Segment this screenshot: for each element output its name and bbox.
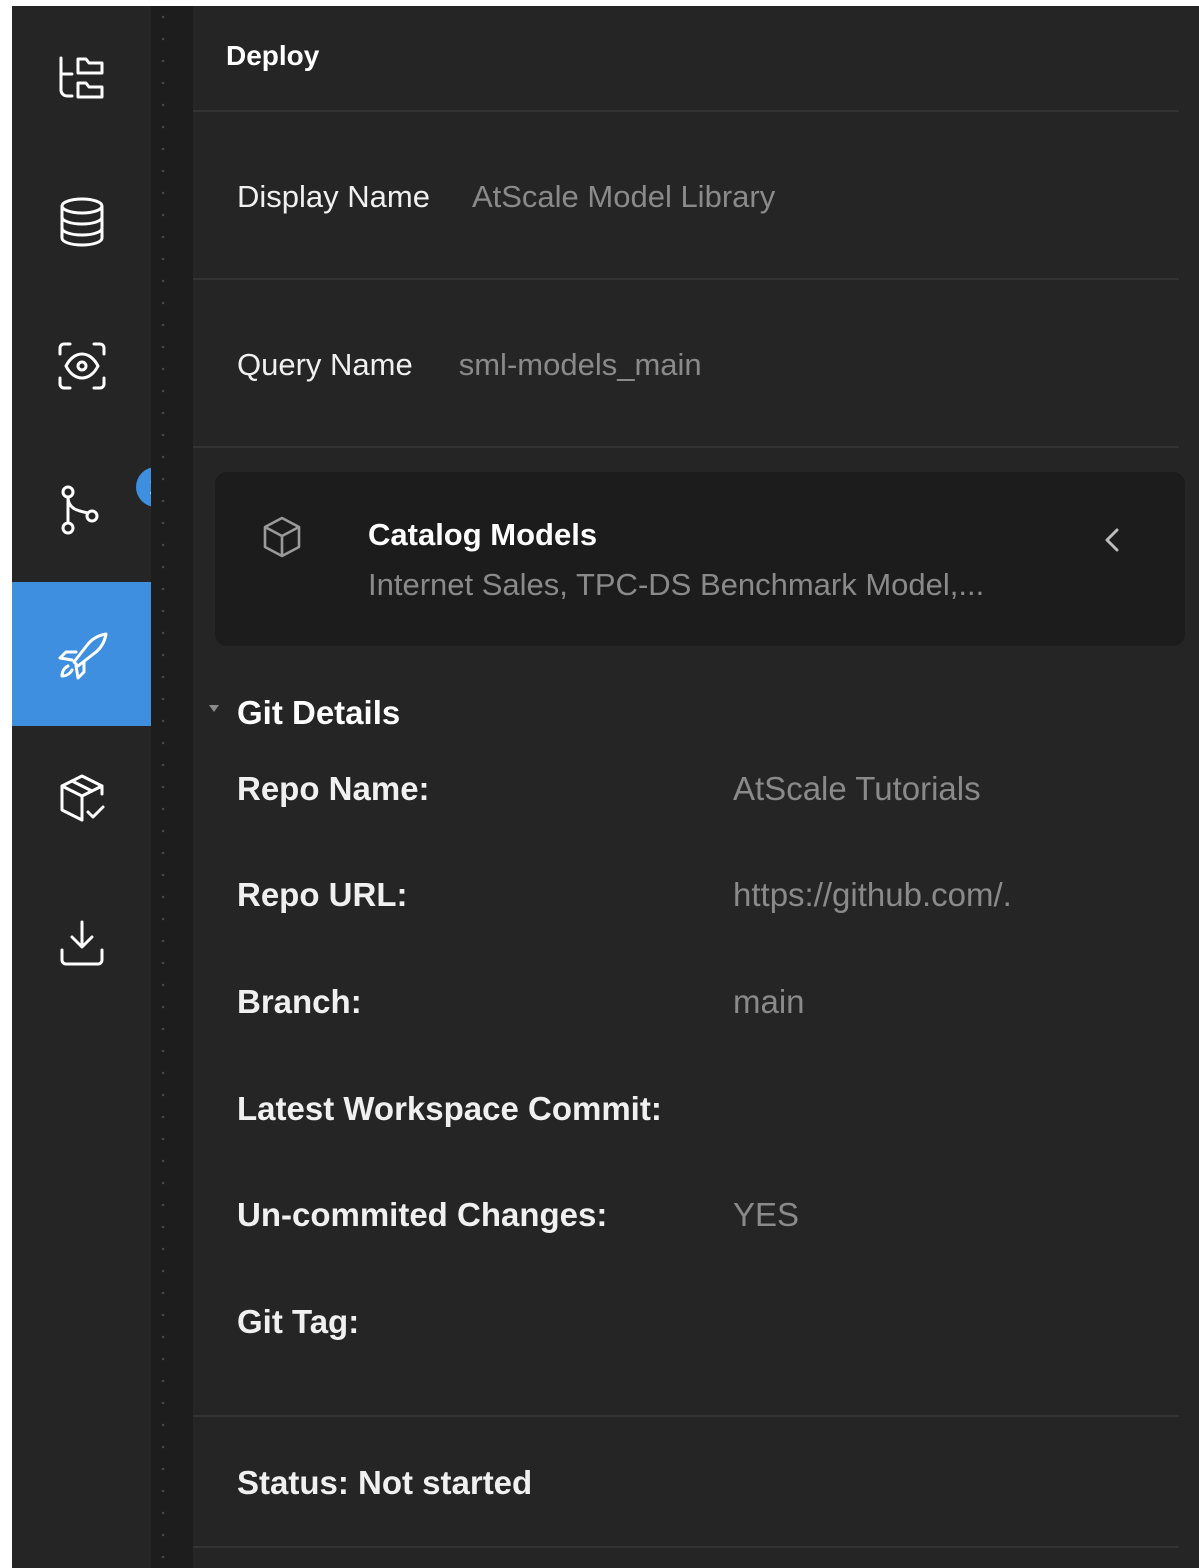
uncommitted-changes-label: Un-commited Changes: [237, 1196, 608, 1233]
query-name-field: Query Name sml-models_main [237, 347, 702, 383]
package-check-icon [60, 774, 104, 822]
catalog-models-subtitle: Internet Sales, TPC-DS Benchmark Model,.… [368, 567, 985, 602]
divider [193, 1546, 1179, 1548]
app-frame: 2 [12, 6, 1199, 1568]
divider [193, 110, 1179, 112]
display-name-field: Display Name AtScale Model Library [237, 179, 775, 215]
git-tag-label: Git Tag: [237, 1303, 360, 1340]
repo-url-label: Repo URL: [237, 876, 408, 913]
sidebar-item-source-control[interactable]: 2 [12, 438, 176, 582]
repo-name-value: AtScale Tutorials [733, 770, 981, 807]
eye-scan-icon [58, 342, 105, 390]
sidebar-item-hierarchy[interactable] [12, 6, 151, 150]
sidebar-item-publish[interactable] [12, 726, 151, 870]
deploy-panel: Deploy Display Name AtScale Model Library… [193, 6, 1199, 1568]
chevron-left-icon[interactable] [1095, 522, 1131, 558]
divider [193, 278, 1179, 280]
download-icon [60, 920, 103, 966]
query-name-value[interactable]: sml-models_main [459, 347, 702, 382]
deploy-status: Status: Not started [237, 1464, 533, 1501]
catalog-models-title: Catalog Models [368, 517, 598, 552]
sidebar-item-database[interactable] [12, 150, 151, 294]
rocket-icon [58, 632, 107, 680]
sidebar: 2 [12, 6, 176, 1568]
git-details-heading[interactable]: Git Details [237, 694, 400, 732]
sidebar-item-download[interactable] [12, 870, 151, 1014]
cube-icon [263, 516, 301, 558]
branch-label: Branch: [237, 983, 362, 1020]
uncommitted-changes-value: YES [733, 1196, 800, 1233]
caret-down-icon[interactable] [207, 702, 221, 716]
divider [193, 1415, 1179, 1417]
sidebar-item-preview[interactable] [12, 294, 151, 438]
repo-name-label: Repo Name: [237, 770, 430, 807]
panel-resize-divider[interactable] [151, 6, 193, 1568]
repo-url-value[interactable]: https://github.com/. [733, 876, 1012, 914]
git-branch-icon [61, 485, 98, 535]
branch-value: main [733, 983, 805, 1020]
display-name-value[interactable]: AtScale Model Library [472, 179, 775, 214]
sidebar-item-deploy[interactable] [12, 582, 151, 726]
divider [193, 446, 1179, 448]
query-name-label: Query Name [237, 347, 413, 382]
catalog-models-card[interactable]: Catalog Models Internet Sales, TPC-DS Be… [215, 472, 1185, 646]
database-icon [60, 197, 103, 247]
panel-title: Deploy [226, 40, 320, 71]
latest-commit-label: Latest Workspace Commit: [237, 1090, 662, 1127]
display-name-label: Display Name [237, 179, 430, 214]
hierarchy-icon [59, 56, 103, 99]
